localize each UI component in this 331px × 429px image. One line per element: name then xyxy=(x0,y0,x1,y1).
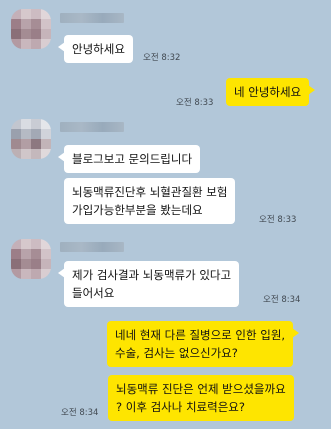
message-bubble[interactable]: 네 안녕하세요 xyxy=(226,78,316,106)
sender-name xyxy=(60,242,124,252)
message-text: 네 안녕하세요 xyxy=(234,85,302,99)
message-time: 오전 8:34 xyxy=(61,408,99,418)
message-text: 블로그보고 문의드립니다 xyxy=(72,152,193,166)
sender-avatar[interactable] xyxy=(11,239,51,279)
message-time: 오전 8:33 xyxy=(259,215,297,225)
message-time: 오전 8:32 xyxy=(143,53,181,63)
message-text-line: 뇌동맥류 진단은 언제 받으셨을까요 xyxy=(116,382,286,396)
message-bubble[interactable]: 안녕하세요 xyxy=(58,35,133,63)
chat-room[interactable]: 안녕하세요 오전 8:32 오전 8:33 네 안녕하세요 블로그보고 문의드립… xyxy=(0,0,331,429)
sender-avatar[interactable] xyxy=(11,119,51,159)
message-bubble[interactable]: 블로그보고 문의드립니다 xyxy=(57,145,201,173)
message-bubble[interactable]: 제가 검사결과 뇌동맥류가 있다고 들어서요 xyxy=(57,261,240,307)
message-text: 안녕하세요 xyxy=(72,42,125,56)
sender-name xyxy=(60,122,124,132)
message-time: 오전 8:33 xyxy=(176,98,214,108)
sender-avatar[interactable] xyxy=(11,9,51,49)
message-text-line: ? 이후 검사나 치료력은요? xyxy=(116,400,245,414)
message-text-line: 뇌동맥류진단후 뇌혈관질환 보험 xyxy=(72,185,228,199)
sender-name xyxy=(60,13,124,23)
message-bubble[interactable]: 뇌동맥류진단후 뇌혈관질환 보험 가입가능한부분을 봤는데요 xyxy=(64,178,236,224)
message-time: 오전 8:34 xyxy=(263,295,301,305)
message-text-line: 제가 검사결과 뇌동맥류가 있다고 xyxy=(72,268,232,282)
message-text-line: 수술, 검사는 없으신가요? xyxy=(115,346,238,360)
message-text-line: 가입가능한부분을 봤는데요 xyxy=(72,203,203,217)
message-bubble[interactable]: 뇌동맥류 진단은 언제 받으셨을까요 ? 이후 검사나 치료력은요? xyxy=(108,375,294,421)
message-text-line: 네네 현재 다른 질병으로 인한 입원, xyxy=(115,328,286,342)
message-text-line: 들어서요 xyxy=(72,286,115,300)
message-bubble[interactable]: 네네 현재 다른 질병으로 인한 입원, 수술, 검사는 없으신가요? xyxy=(107,321,300,367)
